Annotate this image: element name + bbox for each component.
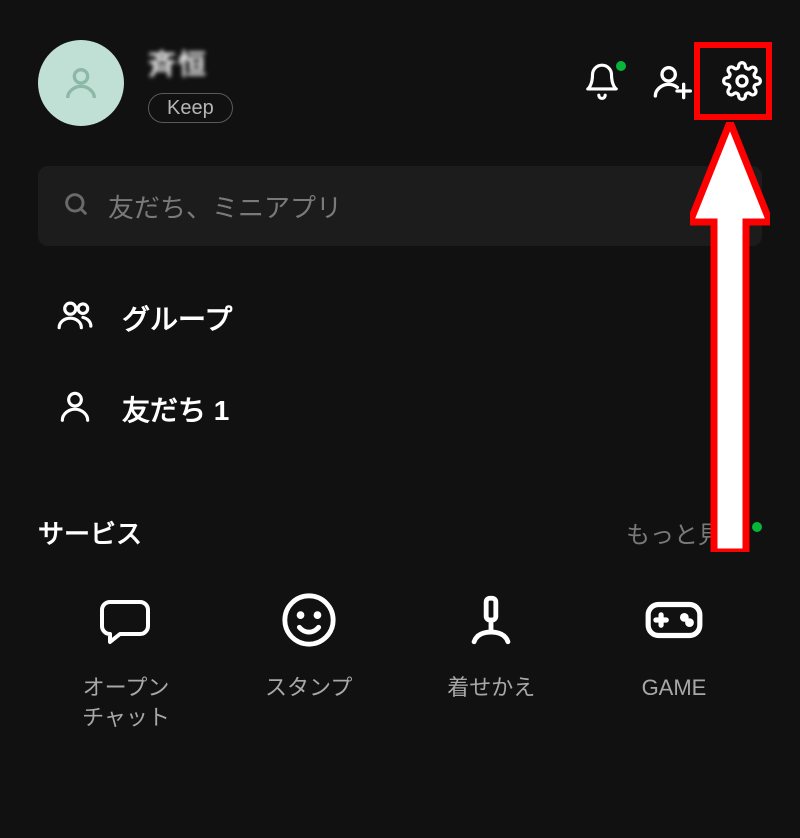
keep-badge[interactable]: Keep <box>148 93 233 123</box>
theme-icon <box>458 587 524 653</box>
settings-button[interactable] <box>722 63 762 103</box>
service-stamp[interactable]: スタンプ <box>239 587 379 732</box>
add-friend-button[interactable] <box>652 63 692 103</box>
service-theme[interactable]: 着せかえ <box>421 587 561 732</box>
service-label: GAME <box>642 673 707 703</box>
add-user-icon <box>652 61 692 106</box>
service-openchat[interactable]: オープン チャット <box>56 587 196 732</box>
search-placeholder: 友だち、ミニアプリ <box>108 188 342 225</box>
search-bar[interactable]: 友だち、ミニアプリ <box>38 166 762 246</box>
avatar[interactable] <box>38 40 124 126</box>
service-game[interactable]: GAME <box>604 587 744 732</box>
notification-dot <box>616 61 626 71</box>
see-more-label: もっと見る <box>626 515 746 550</box>
friends-row[interactable]: 友だち 1 <box>56 387 744 430</box>
gear-icon <box>722 61 762 106</box>
game-icon <box>641 587 707 653</box>
search-icon <box>62 190 90 223</box>
groups-row[interactable]: グループ <box>56 296 744 339</box>
openchat-icon <box>93 587 159 653</box>
stamp-icon <box>276 587 342 653</box>
group-icon <box>56 296 94 339</box>
notifications-button[interactable] <box>582 63 622 103</box>
service-label: オープン チャット <box>82 673 170 732</box>
service-label: 着せかえ <box>447 673 535 703</box>
service-label: スタンプ <box>265 673 352 703</box>
new-dot <box>752 522 762 532</box>
see-more-button[interactable]: もっと見る <box>626 515 762 550</box>
groups-label: グループ <box>122 298 232 338</box>
friend-icon <box>56 387 94 430</box>
friends-label: 友だち 1 <box>122 389 229 429</box>
services-title: サービス <box>38 514 142 551</box>
bell-icon <box>583 62 621 105</box>
username[interactable]: 斉恒 <box>148 43 208 83</box>
qr-scan-icon[interactable] <box>708 189 738 224</box>
